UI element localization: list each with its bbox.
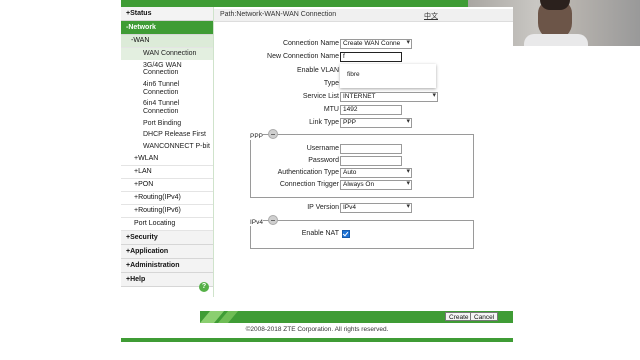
nav-routing-ipv4[interactable]: +Routing(IPv4) — [121, 192, 213, 205]
nav-port-binding[interactable]: Port Binding — [121, 117, 213, 129]
desktop-background-right — [513, 0, 640, 360]
ipv4-collapse-icon[interactable] — [268, 215, 278, 225]
nav-network[interactable]: -Network — [121, 21, 213, 35]
nav-6in4-tunnel-connection[interactable]: 6in4 Tunnel Connection — [121, 98, 213, 117]
mtu-label: MTU — [323, 106, 339, 113]
ip-version-label: IP Version — [307, 204, 339, 211]
sidebar-nav: +Status -Network -WAN WAN Connection 3G/… — [121, 7, 214, 297]
enable-nat-label: Enable NAT — [301, 230, 339, 237]
webcam-person-shirt — [524, 34, 588, 46]
nav-lan[interactable]: +LAN — [121, 166, 213, 179]
service-list-label: Service List — [302, 93, 339, 100]
connection-trigger-select[interactable]: Always On — [340, 180, 412, 190]
link-type-select[interactable]: PPP — [340, 118, 412, 128]
nav-wan-connection[interactable]: WAN Connection — [121, 48, 213, 60]
connection-trigger-label: Connection Trigger — [279, 181, 339, 188]
type-label: Type — [323, 80, 339, 87]
ppp-collapse-icon[interactable] — [268, 129, 278, 139]
username-input[interactable] — [340, 144, 402, 154]
breadcrumb: Path:Network-WAN-WAN Connection — [220, 11, 337, 18]
auth-type-select[interactable]: Auto — [340, 168, 412, 178]
desktop-background-left — [0, 0, 121, 360]
nav-security[interactable]: +Security — [121, 230, 213, 245]
ipv4-group-title: IPv4 — [250, 219, 264, 226]
autocomplete-dropdown: fibre — [340, 64, 436, 88]
nav-port-locating[interactable]: Port Locating — [121, 218, 213, 231]
footer-action-bar: Create Cancel — [200, 311, 513, 323]
mtu-input[interactable]: 1492 — [340, 105, 402, 115]
enable-vlan-label: Enable VLAN — [296, 67, 339, 74]
enable-nat-checkbox[interactable] — [342, 230, 350, 238]
nav-administration[interactable]: +Administration — [121, 258, 213, 273]
autocomplete-option[interactable]: fibre — [347, 71, 360, 78]
service-list-select[interactable]: INTERNET — [340, 92, 438, 102]
new-connection-name-label: New Connection Name — [267, 53, 339, 60]
auth-type-label: Authentication Type — [277, 169, 339, 176]
language-switch-link[interactable]: 中文 — [424, 11, 438, 21]
cancel-button[interactable]: Cancel — [470, 312, 499, 321]
connection-name-select[interactable]: Create WAN Conne — [340, 39, 412, 49]
password-input[interactable] — [340, 156, 402, 166]
password-label: Password — [308, 157, 339, 164]
username-label: Username — [306, 145, 339, 152]
nav-4in6-tunnel-connection[interactable]: 4in6 Tunnel Connection — [121, 79, 213, 98]
nav-wan[interactable]: -WAN — [121, 35, 213, 48]
nav-application[interactable]: +Application — [121, 244, 213, 259]
new-connection-name-input[interactable]: f — [340, 52, 402, 62]
ppp-group-title: PPP — [250, 133, 264, 140]
nav-status[interactable]: +Status — [121, 7, 213, 21]
create-button[interactable]: Create — [445, 312, 473, 321]
nav-wanconnect-pbit[interactable]: WANCONNECT P-bit — [121, 141, 213, 153]
breadcrumb-bar: Path:Network-WAN-WAN Connection 中文 — [214, 9, 513, 22]
nav-routing-ipv6[interactable]: +Routing(IPv6) — [121, 205, 213, 218]
link-type-label: Link Type — [309, 119, 339, 126]
top-brand-bar — [121, 0, 468, 7]
copyright-text: ©2008-2018 ZTE Corporation. All rights r… — [245, 326, 389, 333]
bottom-brand-strip — [121, 338, 513, 342]
connection-name-label: Connection Name — [282, 40, 339, 47]
nav-3g4g-wan-connection[interactable]: 3G/4G WAN Connection — [121, 60, 213, 79]
ip-version-select[interactable]: IPv4 — [340, 203, 412, 213]
nav-dhcp-release-first[interactable]: DHCP Release First — [121, 129, 213, 141]
nav-wlan[interactable]: +WLAN — [121, 153, 213, 166]
main-content: Path:Network-WAN-WAN Connection 中文 Conne… — [214, 7, 513, 307]
nav-pon[interactable]: +PON — [121, 179, 213, 192]
help-icon[interactable]: ? — [199, 282, 209, 292]
